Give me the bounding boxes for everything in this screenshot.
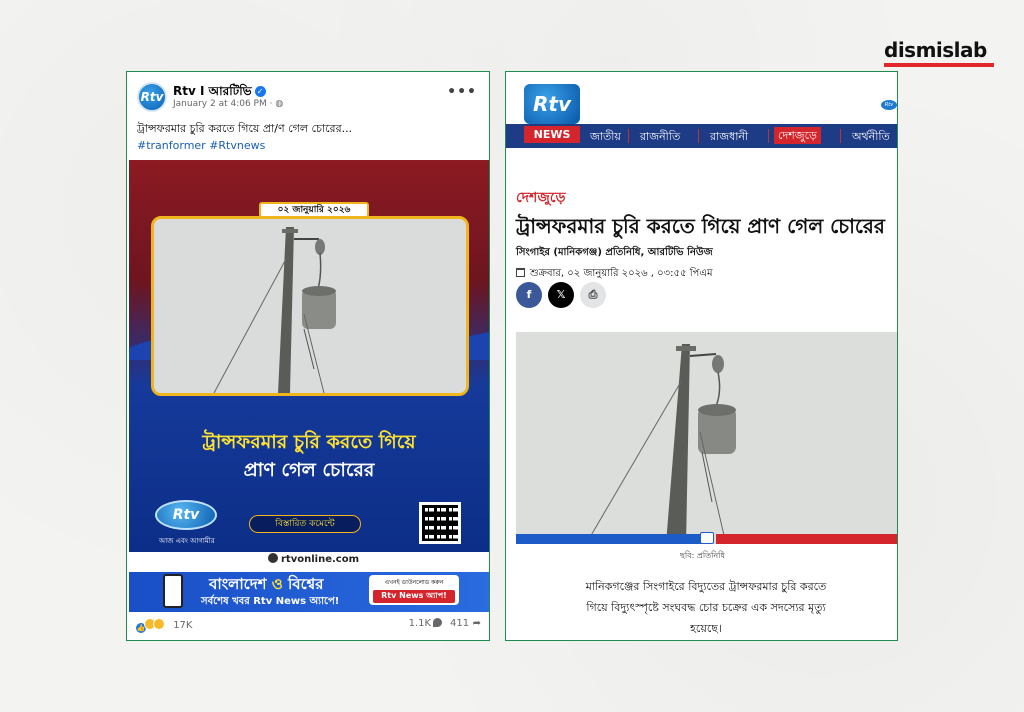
rtv-tagline: আজ এবং আগামীর [159, 537, 215, 545]
ad-title-part2: বিশ্বের [287, 575, 324, 593]
ad-cta-main[interactable]: Rtv News অ্যাপ! [373, 590, 455, 603]
globe-icon: ◍ [275, 99, 284, 109]
article-date-text: শুক্রবার, ০২ জানুয়ারি ২০২৬ , ০৩:৫৫ পিএম [530, 268, 713, 279]
post-hashtags[interactable]: #tranformer #Rtvnews [137, 139, 265, 152]
nav-separator [840, 129, 841, 143]
x-share-button[interactable]: 𝕏 [548, 282, 574, 308]
rtv-mark-icon [700, 532, 714, 544]
globe-icon [268, 553, 278, 563]
nav-item-capital[interactable]: রাজধানী [710, 128, 748, 147]
details-in-comments-label: বিস্তারিত কমেন্টে [249, 515, 361, 533]
article-byline: সিংগাইর (মানিকগঞ্জ) প্রতিনিধি, আরটিভি নি… [516, 247, 713, 258]
print-button[interactable]: ⎙ [580, 282, 606, 308]
nav-separator [628, 129, 629, 143]
nav-item-economy[interactable]: অর্থনীতি [852, 128, 890, 147]
post-caption: ট্রান্সফরমার চুরি করতে গিয়ে প্রা/ণ গেল … [137, 122, 353, 135]
comment-share-counts: 1.1K 411 ➦ [409, 618, 481, 629]
rtv-logo: Rtv [155, 500, 217, 530]
comments-count[interactable]: 1.1K [409, 618, 431, 629]
article-photo [516, 332, 897, 544]
pole-transformer-image [154, 219, 466, 393]
headline-line-1: ট্রান্সফরমার চুরি করতে গিয়ে [202, 431, 416, 453]
app-ad-banner[interactable]: বাংলাদেশ ও বিশ্বের সর্বশেষ খবর Rtv News … [129, 572, 489, 612]
page-avatar[interactable]: Rtv [137, 82, 167, 112]
share-arrow-icon: ➦ [469, 618, 481, 629]
website-strip: rtvonline.com [129, 552, 489, 568]
article-date: শুক্রবার, ০২ জানুয়ারি ২০২৬ , ০৩:৫৫ পিএম [516, 266, 713, 283]
ad-title-part1: বাংলাদেশ [209, 575, 267, 593]
ad-title-amp: ও [271, 575, 283, 593]
more-options-icon[interactable]: ••• [447, 84, 477, 100]
sad-reaction-icon [153, 618, 165, 630]
news-article-card: জাতীয় রাজনীতি রাজধানী দেশজুড়ে অর্থনীতি… [505, 71, 898, 641]
nav-item-national[interactable]: জাতীয় [590, 128, 621, 147]
brand-underline [884, 63, 994, 67]
verified-badge-icon: ✓ [254, 86, 266, 97]
reactions-summary[interactable]: 👍 17K [135, 618, 192, 634]
photo-credit: ছবি: প্রতিনিধি [680, 551, 725, 560]
shares-count[interactable]: 411 [450, 618, 469, 629]
post-engagement-bar: 👍 17K 1.1K 411 ➦ [135, 618, 481, 634]
transformer-photo [151, 216, 469, 396]
photo-caption-stripe [516, 532, 897, 544]
nav-item-politics[interactable]: রাজনীতি [640, 128, 680, 147]
ad-subtitle: সর্বশেষ খবর Rtv News অ্যাপে! [201, 596, 340, 607]
calendar-icon [516, 268, 525, 277]
pole-transformer-image [516, 332, 897, 544]
headline-line-2: প্রাণ গেল চোরের [243, 459, 375, 481]
qr-code-icon [419, 502, 461, 544]
facebook-share-button[interactable]: f [516, 282, 542, 308]
comment-icon [433, 618, 443, 627]
page-name-text[interactable]: Rtv I আরটিভি [173, 84, 252, 98]
phone-icon [163, 574, 183, 608]
news-logo-bar: NEWS [524, 126, 580, 143]
website-url: rtvonline.com [281, 554, 359, 565]
post-timestamp[interactable]: January 2 at 4:06 PM · ◍ [173, 99, 283, 109]
nav-item-countrywide[interactable]: দেশজুড়ে [774, 127, 821, 144]
article-category[interactable]: দেশজুড়ে [516, 186, 565, 210]
ad-download-cta[interactable]: এখনই ডাউনলোড করুন Rtv News অ্যাপ! [369, 575, 459, 605]
mini-rtv-logo: Rtv [881, 100, 897, 110]
facebook-post-card: Rtv Rtv I আরটিভি ✓ January 2 at 4:06 PM ·… [126, 71, 490, 641]
reactions-count[interactable]: 17K [173, 620, 192, 631]
image-headline: ট্রান্সফরমার চুরি করতে গিয়ে প্রাণ গেল চ… [129, 428, 489, 484]
nav-separator [768, 129, 769, 143]
ad-cta-top: এখনই ডাউনলোড করুন [384, 579, 444, 586]
post-header: Rtv Rtv I আরটিভি ✓ January 2 at 4:06 PM ·… [137, 82, 479, 114]
brand-logo: dismislab [884, 38, 987, 62]
timestamp-text[interactable]: January 2 at 4:06 PM [173, 99, 267, 109]
post-image[interactable]: ০২ জানুয়ারি ২০২৬ ট্রান্সফরমার চুরি করতে… [129, 160, 489, 568]
article-body: মানিকগঞ্জের সিংগাইরে বিদ্যুতের ট্রান্সফর… [585, 580, 827, 635]
nav-separator [698, 129, 699, 143]
rtv-news-logo[interactable]: Rtv [524, 84, 580, 124]
article-title: ট্রান্সফরমার চুরি করতে গিয়ে প্রাণ গেল চ… [516, 214, 885, 238]
